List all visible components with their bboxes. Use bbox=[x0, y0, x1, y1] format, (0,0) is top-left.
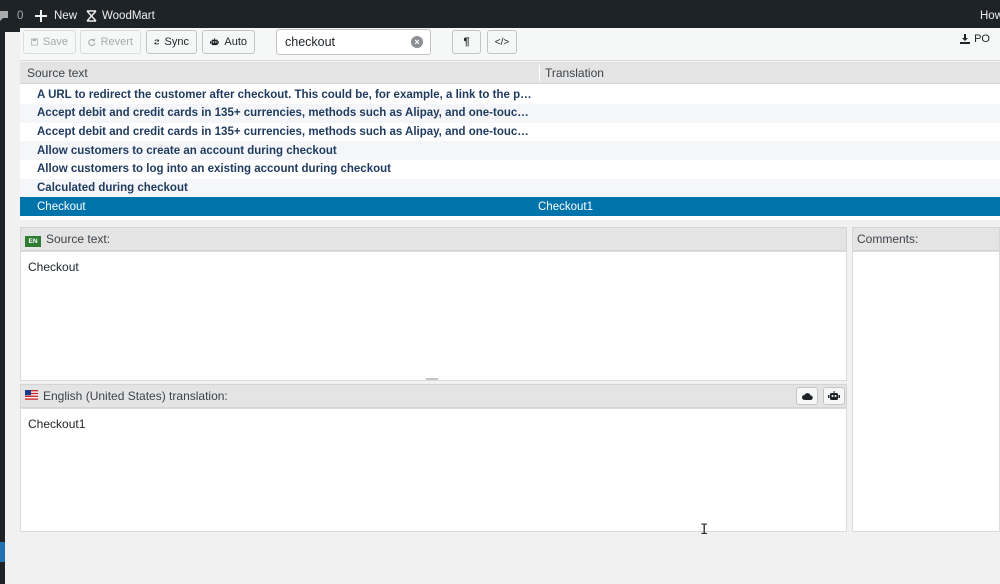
revert-button[interactable]: Revert bbox=[80, 30, 141, 54]
editor-toolbar: Save Revert Sync Auto checkout × ¶ </> P… bbox=[20, 28, 1000, 61]
comments-panel-header: Comments: bbox=[852, 227, 1000, 251]
sync-button[interactable]: Sync bbox=[146, 30, 197, 54]
source-panel-title: Source text: bbox=[46, 232, 111, 246]
column-header-translation[interactable]: Translation bbox=[545, 66, 604, 80]
plus-icon bbox=[35, 10, 47, 22]
translation-text-area[interactable]: Checkout1 bbox=[20, 408, 847, 532]
list-item[interactable]: A URL to redirect the customer after che… bbox=[20, 85, 1000, 104]
source-string: A URL to redirect the customer after che… bbox=[37, 88, 532, 101]
sync-icon bbox=[154, 39, 160, 45]
site-label: WoodMart bbox=[102, 10, 155, 22]
column-header-source[interactable]: Source text bbox=[27, 66, 88, 80]
en-tag: EN bbox=[25, 235, 41, 247]
download-po-button[interactable]: PO bbox=[960, 33, 990, 45]
new-label: New bbox=[54, 10, 78, 22]
sync-label: Sync bbox=[164, 36, 189, 48]
code-view-toggle[interactable]: </> bbox=[487, 30, 517, 54]
search-value: checkout bbox=[285, 35, 336, 49]
translation-panel-title: English (United States) translation: bbox=[43, 389, 228, 403]
source-language-badge: EN bbox=[25, 232, 41, 247]
comments-text-area[interactable] bbox=[852, 251, 1000, 532]
text-cursor-icon: I bbox=[700, 522, 709, 538]
po-label: PO bbox=[974, 33, 990, 45]
woodmart-logo-icon bbox=[86, 10, 97, 22]
translation-text: Checkout1 bbox=[28, 417, 86, 431]
code-icon: </> bbox=[494, 36, 510, 48]
robot-translate-button[interactable] bbox=[823, 387, 845, 405]
comments-count: 0 bbox=[17, 10, 24, 22]
clear-search-icon[interactable]: × bbox=[411, 36, 423, 48]
list-item[interactable]: Accept debit and credit cards in 135+ cu… bbox=[20, 103, 1000, 123]
list-item[interactable]: Checkout Checkout1 bbox=[20, 197, 1000, 217]
column-divider[interactable] bbox=[539, 65, 540, 81]
list-header: Source text Translation bbox=[20, 62, 1000, 84]
pilcrow-icon: ¶ bbox=[463, 36, 470, 48]
robot-icon bbox=[210, 38, 220, 46]
robot-icon bbox=[828, 391, 840, 400]
save-label: Save bbox=[42, 36, 68, 48]
search-input[interactable]: checkout × bbox=[276, 29, 431, 55]
cloud-icon bbox=[801, 393, 813, 400]
list-item[interactable]: Allow customers to create an account dur… bbox=[20, 141, 1000, 161]
list-item[interactable]: Accept debit and credit cards in 135+ cu… bbox=[20, 122, 1000, 141]
list-item[interactable]: Calculated during checkout bbox=[20, 178, 1000, 198]
sidebar-active-marker bbox=[0, 542, 5, 562]
source-string: Accept debit and credit cards in 135+ cu… bbox=[37, 107, 532, 120]
translation-panel-header: English (United States) translation: bbox=[20, 384, 847, 408]
source-panel-header: EN Source text: bbox=[20, 227, 847, 251]
source-string: Checkout bbox=[37, 200, 86, 213]
comment-icon bbox=[0, 11, 8, 21]
revert-label: Revert bbox=[100, 36, 133, 48]
admin-sidebar-edge bbox=[0, 32, 5, 584]
source-string: Allow customers to log into an existing … bbox=[37, 163, 391, 176]
invisibles-toggle[interactable]: ¶ bbox=[452, 30, 481, 54]
auto-translate-button[interactable]: Auto bbox=[202, 30, 255, 54]
strings-list: Source text Translation A URL to redirec… bbox=[20, 62, 1000, 220]
source-string: Allow customers to create an account dur… bbox=[37, 144, 337, 157]
comments-panel-title: Comments: bbox=[857, 232, 919, 246]
cloud-translate-button[interactable] bbox=[796, 387, 818, 405]
source-string: Calculated during checkout bbox=[37, 182, 188, 194]
howdy-label: How bbox=[980, 10, 1000, 22]
revert-icon bbox=[88, 38, 96, 47]
download-icon bbox=[960, 34, 971, 44]
source-text-area: Checkout bbox=[20, 251, 847, 381]
source-text: Checkout bbox=[28, 260, 79, 274]
save-button[interactable]: Save bbox=[23, 30, 76, 54]
translation-string: Checkout1 bbox=[538, 200, 593, 213]
save-icon bbox=[31, 38, 38, 46]
us-flag-icon bbox=[25, 389, 38, 403]
list-item[interactable]: Allow customers to log into an existing … bbox=[20, 160, 1000, 179]
auto-label: Auto bbox=[224, 36, 247, 48]
source-string: Accept debit and credit cards in 135+ cu… bbox=[37, 125, 532, 138]
panel-resize-handle[interactable] bbox=[426, 378, 438, 380]
